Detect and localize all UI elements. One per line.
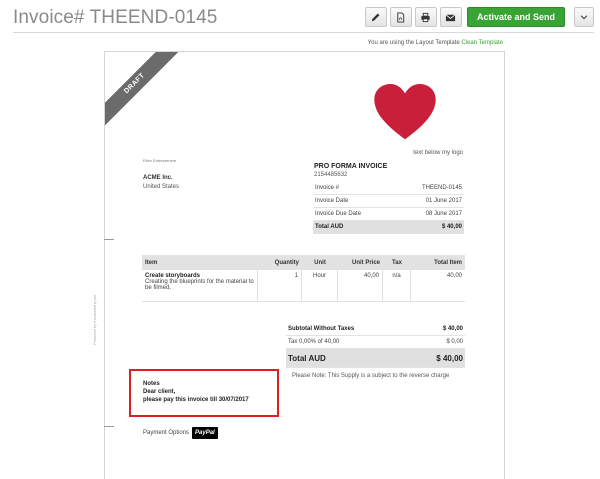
item-unit: Hour [302, 270, 338, 301]
print-icon [421, 12, 431, 22]
meta-label: Invoice # [315, 185, 340, 191]
paypal-logo[interactable]: PayPal [192, 427, 218, 439]
meta-value: THEEND-0145 [421, 185, 462, 191]
item-description: Creating the blueprints for the material… [145, 279, 254, 291]
powered-by-text: Powered by Invoiceberry.net [92, 294, 97, 345]
pdf-icon [397, 11, 405, 23]
notes-line: Dear client, [143, 389, 176, 395]
item-quantity: 1 [258, 270, 302, 301]
email-button[interactable] [439, 7, 462, 27]
item-total: 40,00 [446, 273, 462, 279]
meta-value: 01 June 2017 [425, 198, 462, 204]
template-notice: You are using the Layout Template Clean … [368, 40, 503, 46]
meta-row-total: Total AUD $ 40,00 [313, 221, 464, 234]
fold-mark [104, 239, 114, 240]
payment-options-label: Payment Options [143, 430, 190, 436]
heart-icon [373, 84, 436, 140]
reverse-charge-note: Please Note: This Supply is a subject to… [292, 373, 450, 379]
client-country: United States [143, 184, 180, 190]
header-unit-price: Unit Price [351, 259, 380, 266]
company-logo [344, 82, 465, 142]
header-quantity: Quantity [274, 259, 299, 266]
header-total-item: Total Item [434, 259, 462, 266]
grand-total-value: $ 40,00 [436, 353, 463, 363]
draft-ribbon: DRAFT [105, 52, 181, 130]
edit-button[interactable] [364, 7, 387, 27]
meta-value: $ 40,00 [441, 224, 462, 230]
item-tax: n/a [383, 270, 411, 301]
pencil-icon [372, 13, 380, 21]
tax-label: Tax 0,00% of 40,00 [288, 339, 340, 345]
item-unit-price: 40,00 [338, 270, 383, 301]
tax-value: $ 0,00 [446, 339, 463, 345]
grand-total-label: Total AUD [288, 353, 326, 363]
items-table: Item Quantity Unit Unit Price Tax Total … [142, 255, 465, 302]
notes-title: Notes [143, 381, 160, 387]
fold-mark [104, 426, 114, 427]
meta-value: 08 June 2017 [425, 211, 462, 217]
meta-row-invoice-date: Invoice Date 01 June 2017 [313, 195, 464, 208]
invoice-meta-table: Invoice # THEEND-0145 Invoice Date 01 Ju… [313, 182, 464, 234]
email-icon [446, 13, 456, 21]
template-link[interactable]: Clean Template [461, 40, 503, 46]
meta-row-due-date: Invoice Due Date 08 June 2017 [313, 208, 464, 221]
header-tax: Tax [392, 259, 402, 266]
subtotal-value: $ 40,00 [442, 326, 463, 332]
subtotal-row: Subtotal Without Taxes $ 40,00 [286, 323, 465, 336]
meta-label: Invoice Due Date [315, 211, 362, 217]
activate-and-send-button[interactable]: Activate and Send [466, 7, 565, 27]
meta-label: Total AUD [315, 224, 344, 230]
payment-options: Payment Options PayPal [143, 427, 218, 439]
page-title: Invoice# THEEND-0145 [13, 7, 218, 28]
table-row: Create storyboards Creating the blueprin… [142, 270, 465, 302]
proforma-title: PRO FORMA INVOICE [314, 163, 388, 170]
print-button[interactable] [414, 7, 437, 27]
notes-line: please pay this invoice till 30/07/2017 [143, 397, 249, 403]
notes-box: Notes Dear client, please pay this invoi… [129, 369, 279, 417]
more-options-button[interactable] [574, 7, 594, 27]
template-notice-text: You are using the Layout Template [367, 40, 460, 46]
logo-caption: text below my logo [413, 150, 463, 156]
meta-label: Invoice Date [315, 198, 349, 204]
tax-row: Tax 0,00% of 40,00 $ 0,00 [286, 336, 465, 349]
client-name: ACME Inc. [143, 175, 173, 181]
totals-summary: Subtotal Without Taxes $ 40,00 Tax 0,00%… [286, 323, 465, 368]
items-table-header: Item Quantity Unit Unit Price Tax Total … [142, 255, 465, 270]
header-divider [13, 32, 594, 33]
header-unit: Unit [314, 259, 326, 266]
meta-row-invoice-number: Invoice # THEEND-0145 [313, 182, 464, 195]
item-cell: Create storyboards Creating the blueprin… [142, 270, 258, 301]
sender-name: Ellen Entrepreneur [143, 158, 177, 163]
subtotal-label: Subtotal Without Taxes [288, 326, 355, 332]
grand-total-row: Total AUD $ 40,00 [286, 349, 465, 368]
toolbar: Activate and Send [362, 7, 594, 27]
proforma-number: 2154485632 [314, 172, 348, 178]
header-item: Item [145, 259, 158, 266]
chevron-down-icon [580, 15, 588, 20]
pdf-button[interactable] [389, 7, 412, 27]
